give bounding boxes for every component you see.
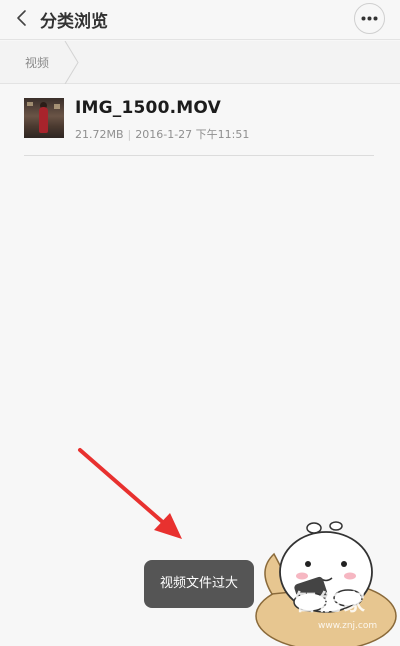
breadcrumb-item-video[interactable]: 视频 — [0, 41, 82, 84]
file-name: IMG_1500.MOV — [75, 98, 221, 118]
watermark-url: www.znj.com — [318, 621, 378, 631]
back-button[interactable] — [10, 6, 34, 30]
chevron-left-icon — [17, 10, 26, 26]
file-size: 21.72MB — [75, 128, 124, 141]
file-meta: 21.72MB | 2016-1-27 下午11:51 — [75, 126, 249, 142]
file-date: 2016-1-27 下午11:51 — [135, 128, 250, 141]
video-thumbnail — [24, 98, 64, 138]
file-list-item[interactable]: IMG_1500.MOV 21.72MB | 2016-1-27 下午11:51 — [24, 98, 374, 156]
watermark-logo: 智能家 — [295, 591, 368, 616]
breadcrumb-item-label: 视频 — [25, 56, 50, 70]
annotation-arrow-icon — [78, 448, 182, 539]
more-options-button[interactable] — [354, 3, 385, 34]
toast-message: 视频文件过大 — [144, 560, 254, 608]
breadcrumb-separator-icon — [64, 41, 79, 84]
page-title: 分类浏览 — [40, 12, 108, 32]
meta-divider: | — [127, 128, 132, 141]
top-app-bar: 分类浏览 — [0, 0, 400, 40]
breadcrumb: 视频 — [0, 41, 400, 84]
more-dots-icon — [361, 16, 378, 21]
